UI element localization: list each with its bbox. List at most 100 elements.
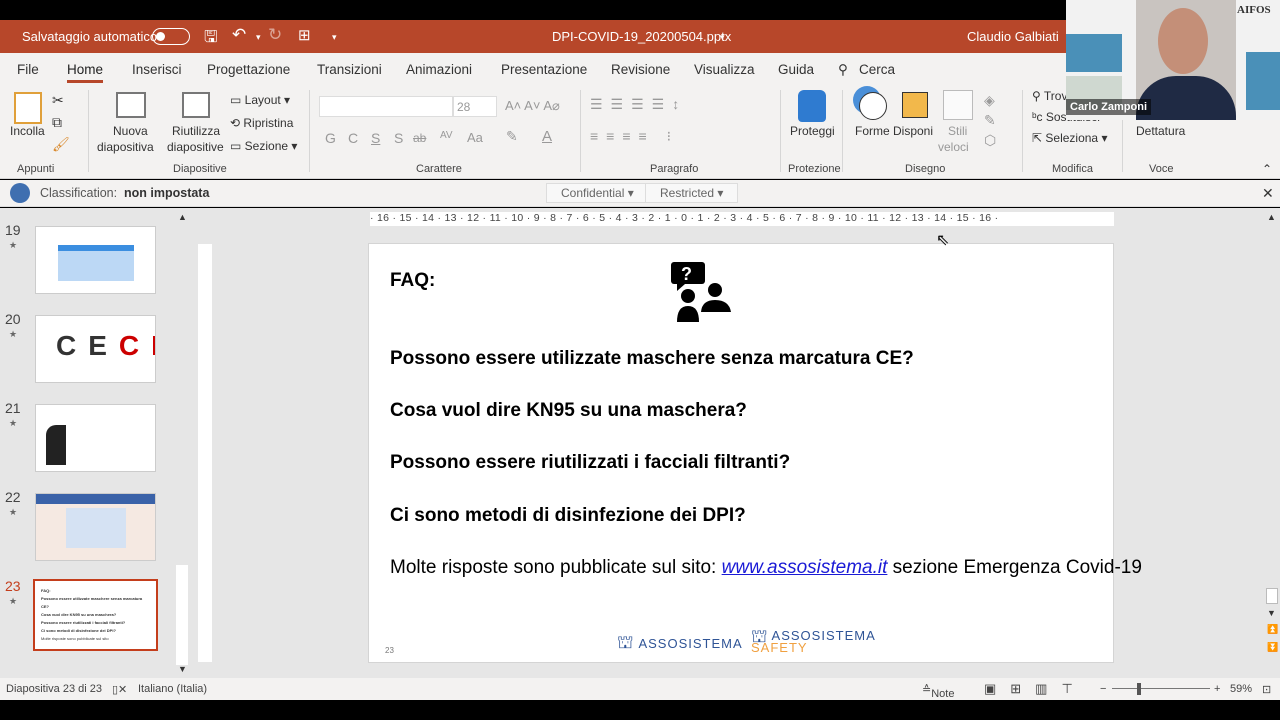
new-slide-icon[interactable]	[116, 92, 146, 118]
font-size-input[interactable]: 28	[453, 96, 497, 117]
align-buttons[interactable]: ≡≡≡≡ ⁝	[590, 128, 679, 145]
bold-button[interactable]: G	[325, 130, 336, 146]
save-icon[interactable]: 🖫	[204, 26, 218, 53]
italic-button[interactable]: C	[348, 130, 358, 146]
font-size-buttons[interactable]: A˄ A˅ A⌀	[505, 98, 560, 114]
slide-canvas[interactable]: FAQ: ? Possono essere utilizzate mascher…	[368, 243, 1142, 663]
customize-toolbar-icon[interactable]: ▾	[332, 32, 337, 43]
reuse-slides-icon[interactable]	[182, 92, 210, 118]
quick-styles-icon[interactable]	[943, 90, 973, 120]
protect-button[interactable]: Proteggi	[790, 124, 835, 138]
list-buttons[interactable]: ☰☰☰☰↕	[590, 96, 687, 113]
user-name[interactable]: Claudio Galbiati	[967, 29, 1059, 44]
tab-visualizza[interactable]: Visualizza	[694, 62, 755, 77]
shape-format-icons[interactable]: ◈ ✎ ⬡	[984, 90, 996, 150]
undo-dropdown-icon[interactable]: ▾	[256, 32, 261, 43]
reuse-slides-label[interactable]: diapositive	[167, 140, 224, 154]
view-buttons[interactable]: ▣⊞▥⊤	[984, 681, 1087, 697]
slide-thumbnail[interactable]	[35, 404, 156, 472]
change-case-button[interactable]: Aa	[467, 130, 483, 145]
section-button[interactable]: ▭ Sezione ▾	[230, 139, 297, 153]
zoom-level[interactable]: 59%	[1230, 683, 1252, 695]
tab-animazioni[interactable]: Animazioni	[406, 62, 472, 77]
faq-question[interactable]: Cosa vuol dire KN95 su una maschera?	[390, 400, 747, 422]
lock-icon[interactable]	[798, 90, 826, 122]
file-name[interactable]: DPI-COVID-19_20200504.pptx	[552, 29, 731, 44]
scroll-up-icon[interactable]: ▲	[1267, 212, 1276, 222]
confidential-button[interactable]: Confidential ▾	[546, 183, 649, 203]
tab-revisione[interactable]: Revisione	[611, 62, 670, 77]
zoom-out-button[interactable]: −	[1100, 683, 1106, 695]
slide-thumbnail[interactable]	[35, 226, 156, 294]
search-icon[interactable]: ⚲	[838, 62, 848, 78]
answer-text[interactable]: Molte risposte sono pubblicate sul sito:…	[390, 557, 1142, 579]
shadow-button[interactable]: S	[394, 130, 403, 146]
scroll-down-icon[interactable]: ▼	[1267, 608, 1276, 618]
thumbnails-scrollbar[interactable]: ▲ ▼	[174, 210, 190, 678]
tab-file[interactable]: File	[17, 62, 39, 77]
filename-dropdown-icon[interactable]: ▾	[720, 32, 725, 43]
format-painter-icon[interactable]: 🖌	[52, 136, 70, 153]
editor-scrollbar[interactable]: ▲ ▼ ⏫ ⏬	[1264, 210, 1280, 660]
faq-question[interactable]: Ci sono metodi di disinfezione dei DPI?	[390, 505, 746, 527]
slide-thumbnail-selected[interactable]: FAQ: Possono essere utilizzate maschere s…	[33, 579, 158, 651]
new-slide-button[interactable]: Nuova	[113, 124, 148, 138]
arrange-button[interactable]: Disponi	[893, 124, 933, 138]
zoom-slider-thumb[interactable]	[1137, 683, 1141, 695]
slide-thumbnail[interactable]	[35, 493, 156, 561]
zoom-in-button[interactable]: +	[1214, 683, 1220, 695]
quick-styles-button[interactable]: Stili	[948, 124, 967, 138]
assosistema-link[interactable]: www.assosistema.it	[722, 557, 888, 578]
horizontal-ruler[interactable]: · 16 · 15 · 14 · 13 · 12 · 11 · 10 · 9 ·…	[370, 212, 1114, 226]
presentation-icon[interactable]: ⊞	[298, 26, 311, 44]
scroll-up-icon[interactable]: ▲	[178, 212, 187, 222]
shapes-icon[interactable]	[859, 92, 887, 120]
redo-icon[interactable]: ↻	[268, 25, 282, 45]
tab-presentazione[interactable]: Presentazione	[501, 62, 587, 77]
strikethrough-button[interactable]: ab	[413, 131, 426, 145]
slide-thumbnail[interactable]: CECE	[35, 315, 156, 383]
dictate-button[interactable]: Dettatura	[1136, 124, 1185, 138]
cut-icon[interactable]: ✂	[52, 92, 64, 109]
tab-progettazione[interactable]: Progettazione	[207, 62, 290, 77]
tab-transizioni[interactable]: Transizioni	[317, 62, 382, 77]
notes-button[interactable]: ≙ Note	[922, 683, 954, 700]
font-name-input[interactable]	[319, 96, 453, 117]
autosave-toggle[interactable]	[152, 28, 190, 45]
fit-slide-icon[interactable]: ⊡	[1262, 683, 1271, 696]
quick-styles-label[interactable]: veloci	[938, 140, 969, 154]
faq-question[interactable]: Possono essere riutilizzati i facciali f…	[390, 452, 790, 474]
scroll-thumb[interactable]	[1266, 588, 1278, 604]
spacing-button[interactable]: AV	[440, 130, 453, 141]
underline-button[interactable]: S	[371, 130, 380, 146]
paste-icon[interactable]	[14, 92, 42, 124]
shapes-button[interactable]: Forme	[855, 124, 890, 138]
vertical-ruler[interactable]	[198, 244, 212, 662]
scroll-down-icon[interactable]: ▼	[178, 664, 187, 674]
tab-home[interactable]: Home	[67, 62, 104, 83]
paste-button[interactable]: Incolla	[10, 124, 45, 138]
undo-icon[interactable]: ↶	[232, 25, 246, 45]
arrange-icon[interactable]	[902, 92, 928, 118]
collapse-ribbon-icon[interactable]: ⌃	[1262, 162, 1272, 176]
search-box[interactable]: Cerca	[859, 62, 895, 77]
spellcheck-icon[interactable]: ▯✕	[112, 683, 127, 696]
highlight-icon[interactable]: ✎	[506, 128, 518, 145]
faq-question[interactable]: Possono essere utilizzate maschere senza…	[390, 348, 914, 370]
tab-inserisci[interactable]: Inserisci	[132, 62, 182, 77]
close-icon[interactable]: ✕	[1262, 185, 1274, 202]
reuse-slides-button[interactable]: Riutilizza	[172, 124, 220, 138]
scroll-thumb[interactable]	[176, 565, 188, 665]
next-slide-icon[interactable]: ⏬	[1267, 642, 1278, 653]
new-slide-label[interactable]: diapositiva	[97, 140, 154, 154]
layout-button[interactable]: ▭ Layout ▾	[230, 93, 290, 107]
language-indicator[interactable]: Italiano (Italia)	[138, 683, 207, 695]
copy-icon[interactable]: ⧉	[52, 114, 62, 131]
zoom-slider[interactable]	[1112, 688, 1210, 689]
restricted-button[interactable]: Restricted ▾	[645, 183, 739, 203]
tab-guida[interactable]: Guida	[778, 62, 814, 77]
slide-title[interactable]: FAQ:	[390, 270, 435, 292]
reset-button[interactable]: ⟲ Ripristina	[230, 116, 293, 130]
select-button[interactable]: ⇱ Seleziona ▾	[1032, 131, 1107, 145]
previous-slide-icon[interactable]: ⏫	[1267, 624, 1278, 635]
